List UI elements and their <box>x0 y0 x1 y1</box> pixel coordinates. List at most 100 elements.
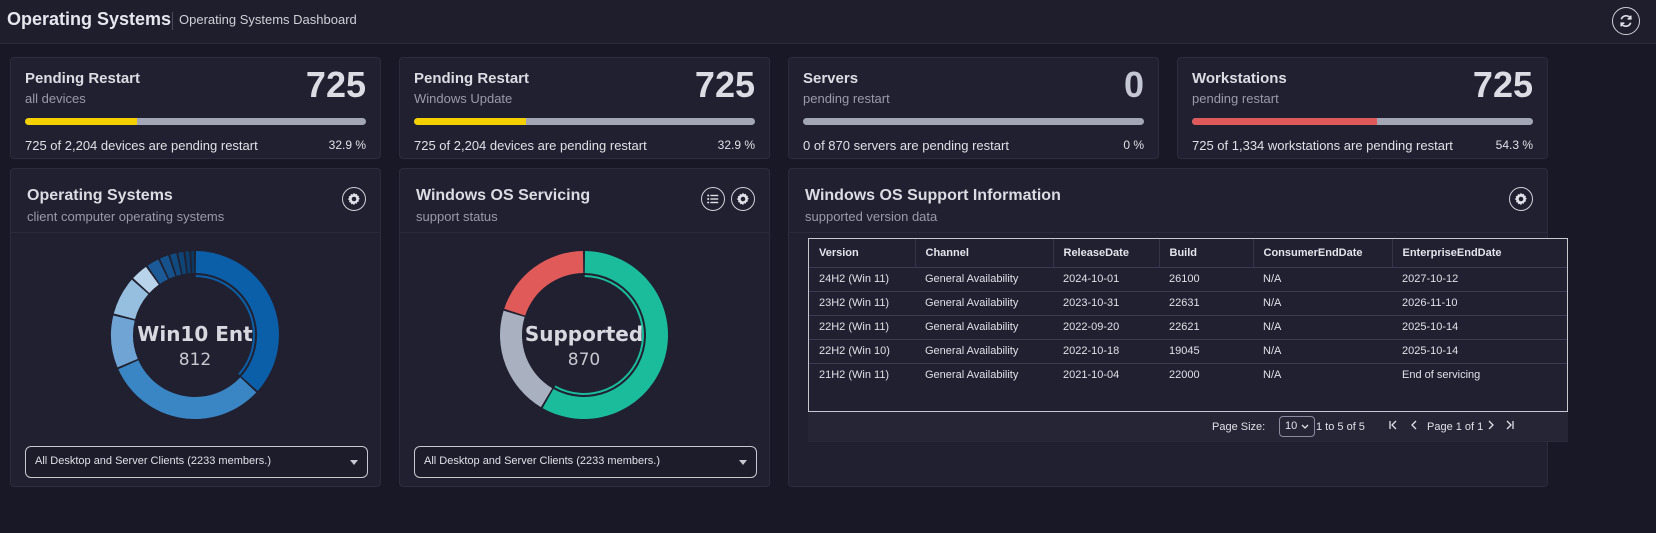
table-cell: 23H2 (Win 11) <box>809 291 915 316</box>
table-cell: 2021-10-04 <box>1063 369 1120 382</box>
page-size-label: Page Size: <box>1212 421 1266 433</box>
donut-slice[interactable] <box>191 251 195 274</box>
servicing-panel: Windows OS Servicing support status Supp… <box>399 168 770 487</box>
next-page-button[interactable] <box>1486 420 1496 433</box>
table-cell: 2023-10-31 <box>1053 291 1159 316</box>
table-row[interactable]: 24H2 (Win 11) General Availability 2024-… <box>809 267 1567 292</box>
kpi-text: 725 of 2,204 devices are pending restart <box>414 138 647 153</box>
column-header[interactable]: Channel <box>915 239 1054 268</box>
table-cell: N/A <box>1253 267 1392 292</box>
column-header[interactable]: ConsumerEndDate <box>1253 239 1393 268</box>
table-row[interactable]: 21H2 (Win 11) General Availability 2021-… <box>809 363 1567 387</box>
kpi-value: 725 <box>694 64 755 105</box>
support-table: Version Channel ReleaseDate Build Consum… <box>808 238 1568 412</box>
panel-divider <box>400 232 769 233</box>
list-icon <box>707 194 719 204</box>
column-header[interactable]: ReleaseDate <box>1053 239 1160 268</box>
progress-bar <box>25 118 366 125</box>
chevron-down-icon <box>739 460 747 465</box>
progress-bar <box>1192 118 1533 125</box>
table-row[interactable]: 22H2 (Win 11) General Availability 2022-… <box>809 315 1567 340</box>
kpi-value: 725 <box>1472 64 1533 105</box>
gear-icon <box>736 192 750 206</box>
page-subtitle: Operating Systems Dashboard <box>179 12 357 27</box>
os-panel: Operating Systems client computer operat… <box>10 168 381 487</box>
settings-button[interactable] <box>342 187 366 211</box>
donut-slice[interactable] <box>504 251 584 316</box>
refresh-button[interactable] <box>1612 7 1640 35</box>
panel-divider <box>789 232 1547 233</box>
table-pager: Page Size: 10 1 to 5 of 5 Page 1 of 1 <box>808 412 1568 442</box>
select-value: All Desktop and Server Clients (2233 mem… <box>424 455 660 467</box>
collection-select[interactable]: All Desktop and Server Clients (2233 mem… <box>25 446 368 478</box>
table-cell: N/A <box>1253 291 1392 316</box>
table-cell: N/A <box>1253 315 1392 340</box>
settings-button[interactable] <box>731 187 755 211</box>
panel-divider <box>11 232 380 233</box>
column-header[interactable]: EnterpriseEndDate <box>1392 239 1567 268</box>
column-header[interactable]: Version <box>809 239 916 268</box>
table-cell: N/A <box>1263 369 1282 382</box>
table-cell: N/A <box>1253 339 1392 364</box>
support-panel: Windows OS Support Information supported… <box>788 168 1568 487</box>
kpi-subtitle: pending restart <box>1192 91 1279 106</box>
gear-icon <box>347 192 361 206</box>
chevron-down-icon <box>350 460 358 465</box>
panel-title: Operating Systems <box>27 187 173 204</box>
column-header[interactable]: Build <box>1159 239 1254 268</box>
app-title: Operating Systems <box>7 9 172 29</box>
kpi-text: 725 of 1,334 workstations are pending re… <box>1192 138 1453 153</box>
table-cell: General Availability <box>915 291 1053 316</box>
donut-center-label: Supported <box>524 322 644 346</box>
table-row[interactable]: 22H2 (Win 10) General Availability 2022-… <box>809 339 1567 364</box>
kpi-card-servers: Servers pending restart 0 0 of 870 serve… <box>788 57 1159 159</box>
table-cell: 2022-09-20 <box>1053 315 1159 340</box>
panel-subtitle: support status <box>416 209 498 224</box>
table-cell: General Availability <box>915 315 1053 340</box>
table-cell: 2025-10-14 <box>1392 315 1567 340</box>
kpi-card-pending-wu: Pending Restart Windows Update 725 725 o… <box>399 57 770 159</box>
os-donut-chart: Win10 Ent 812 <box>110 250 280 420</box>
prev-page-button[interactable] <box>1409 420 1419 433</box>
kpi-percent: 32.9 % <box>328 138 366 152</box>
kpi-subtitle: pending restart <box>803 91 890 106</box>
kpi-title: Workstations <box>1192 70 1287 87</box>
progress-fill <box>25 118 138 125</box>
refresh-icon <box>1620 14 1632 28</box>
table-cell: 22631 <box>1159 291 1253 316</box>
last-page-button[interactable] <box>1505 420 1515 433</box>
table-cell: 22000 <box>1169 369 1200 382</box>
donut-slice[interactable] <box>185 251 191 274</box>
first-page-button[interactable] <box>1388 420 1398 433</box>
kpi-percent: 32.9 % <box>717 138 755 152</box>
select-value: All Desktop and Server Clients (2233 mem… <box>35 455 271 467</box>
table-cell: 19045 <box>1159 339 1253 364</box>
page-size-select[interactable]: 10 <box>1279 416 1315 437</box>
donut-center-value: 812 <box>178 350 212 370</box>
panel-subtitle: client computer operating systems <box>27 209 225 224</box>
table-cell: General Availability <box>925 369 1019 382</box>
last-page-icon <box>1506 420 1514 430</box>
panel-subtitle: supported version data <box>805 209 938 224</box>
page-size-value: 10 <box>1285 420 1298 432</box>
chevron-right-icon <box>1488 420 1494 430</box>
kpi-title: Servers <box>803 70 859 87</box>
kpi-text: 725 of 2,204 devices are pending restart <box>25 138 258 153</box>
table-cell: 26100 <box>1159 267 1253 292</box>
table-row[interactable]: 23H2 (Win 11) General Availability 2023-… <box>809 291 1567 316</box>
kpi-subtitle: Windows Update <box>414 91 513 106</box>
collection-select[interactable]: All Desktop and Server Clients (2233 mem… <box>414 446 757 478</box>
table-cell: 21H2 (Win 11) <box>819 369 890 382</box>
list-button[interactable] <box>701 187 725 211</box>
table-cell: General Availability <box>915 339 1053 364</box>
table-header-row: Version Channel ReleaseDate Build Consum… <box>809 239 1567 268</box>
kpi-card-pending-all: Pending Restart all devices 725 725 of 2… <box>10 57 381 159</box>
top-bar: Operating Systems Operating Systems Dash… <box>0 0 1656 44</box>
page-range: 1 to 5 of 5 <box>1316 421 1365 433</box>
progress-fill <box>414 118 527 125</box>
settings-button[interactable] <box>1509 187 1533 211</box>
table-cell: 2024-10-01 <box>1053 267 1159 292</box>
page-indicator: Page 1 of 1 <box>1427 421 1484 433</box>
table-cell: End of servicing <box>1402 369 1481 382</box>
table-cell: 22H2 (Win 11) <box>809 315 915 340</box>
